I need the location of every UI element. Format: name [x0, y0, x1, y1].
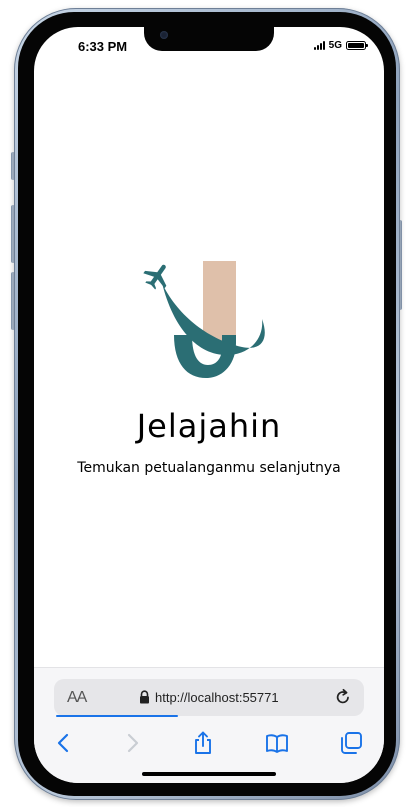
- text-size-button[interactable]: AA: [67, 689, 87, 707]
- share-icon[interactable]: [190, 730, 216, 756]
- text-size-label: AA: [67, 689, 87, 706]
- notch: [144, 27, 274, 51]
- signal-icon: [313, 41, 325, 50]
- network-type: 5G: [328, 40, 342, 51]
- status-time: 6:33 PM: [78, 39, 128, 54]
- browser-toolbar: [34, 726, 384, 760]
- home-indicator: [142, 772, 276, 776]
- battery-icon: [346, 41, 368, 50]
- jelajahin-logo: [143, 261, 265, 379]
- chevron-right-icon[interactable]: [119, 730, 145, 756]
- front-camera: [160, 31, 168, 39]
- url-text[interactable]: http://localhost:55771: [155, 690, 279, 705]
- airplane-icon: [143, 264, 167, 290]
- book-icon[interactable]: [264, 730, 290, 756]
- app-tagline: Temukan petualanganmu selanjutnya: [77, 460, 341, 476]
- address-bar[interactable]: AA http://localhost:55771: [54, 679, 364, 716]
- status-indicators: 5G: [313, 40, 368, 51]
- tabs-icon[interactable]: [338, 730, 364, 756]
- lock-icon: [140, 690, 149, 704]
- logo-j-bar: [203, 261, 236, 341]
- reload-icon[interactable]: [334, 688, 352, 706]
- safari-browser-chrome: AA http://localhost:55771: [34, 667, 384, 783]
- chevron-left-icon[interactable]: [51, 730, 77, 756]
- page-load-progress: [56, 715, 178, 717]
- device-stage: 6:33 PM 5G Jelajahin Temukan petualangan…: [0, 0, 413, 807]
- splash-screen: Jelajahin Temukan petualanganmu selanjut…: [34, 61, 384, 665]
- phone-screen: 6:33 PM 5G Jelajahin Temukan petualangan…: [34, 27, 384, 783]
- app-title: Jelajahin: [136, 407, 282, 445]
